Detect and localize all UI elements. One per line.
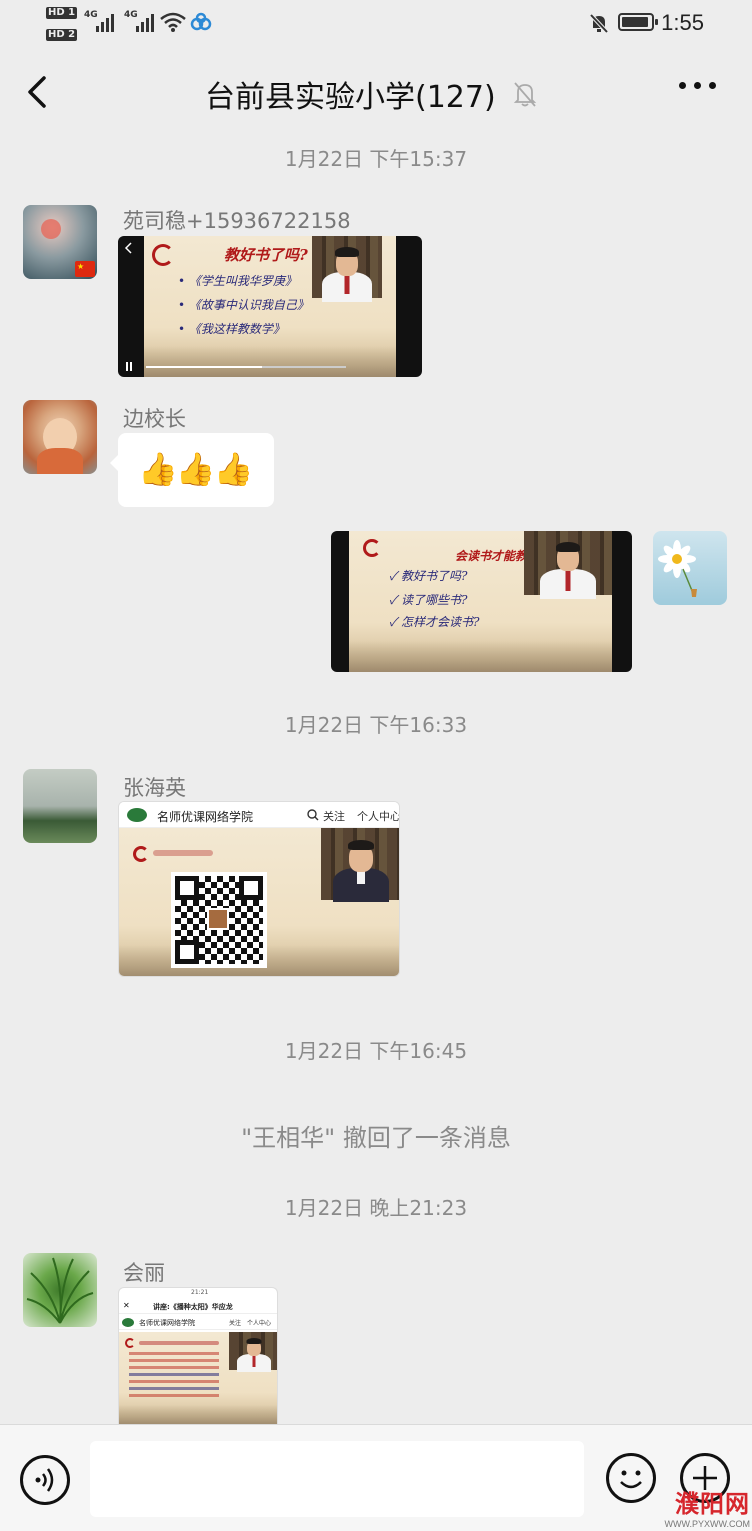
sender-name: 张海英 bbox=[123, 776, 186, 800]
thumbs-up-icon: 👍👍👍 bbox=[138, 450, 254, 488]
battery-icon bbox=[618, 13, 658, 31]
timestamp: 1月22日 下午16:45 bbox=[284, 1039, 468, 1063]
image-message[interactable]: 名师优课网络学院 关注 个人中心 bbox=[118, 801, 400, 977]
avatar[interactable] bbox=[23, 1253, 97, 1327]
sender-name: 边校长 bbox=[123, 407, 186, 431]
plant-icon bbox=[26, 1257, 94, 1324]
emoji-bubble[interactable]: 👍👍👍 bbox=[110, 433, 274, 507]
lecturer-video bbox=[312, 236, 382, 302]
qr-code bbox=[171, 872, 267, 968]
lecture-header: ✕ 讲座:《播种太阳》华应龙 bbox=[119, 1300, 277, 1314]
recall-notice: "王相华" 撤回了一条消息 bbox=[241, 1124, 511, 1152]
avatar[interactable]: ★ bbox=[23, 205, 97, 279]
video-slide bbox=[119, 1332, 277, 1424]
voice-icon[interactable] bbox=[20, 1455, 70, 1505]
sender-name: 会丽 bbox=[123, 1261, 165, 1285]
sim2-indicator: HD 2 bbox=[46, 29, 78, 41]
lecturer-video bbox=[524, 531, 612, 599]
daisy-icon bbox=[658, 540, 697, 597]
timestamp: 1月22日 晚上21:23 bbox=[284, 1196, 468, 1220]
chevron-left-icon[interactable] bbox=[22, 72, 58, 112]
follow-link: 关注 bbox=[323, 810, 345, 823]
page-header: 名师优课网络学院 关注 个人中心 bbox=[119, 1316, 277, 1330]
avatar[interactable] bbox=[23, 769, 97, 843]
slide-bullet: ✓ 怎样才会读书? bbox=[389, 615, 480, 629]
search-icon bbox=[307, 809, 319, 821]
message-input[interactable] bbox=[90, 1441, 584, 1517]
status-bar: HD 1 HD 2 4G 4G 1:55 bbox=[0, 0, 752, 46]
wifi-icon bbox=[160, 12, 186, 32]
chat-header: 台前县实验小学(127) bbox=[0, 58, 752, 126]
emoji-icon[interactable] bbox=[606, 1453, 656, 1503]
status-time: 1:55 bbox=[661, 10, 704, 35]
video-slide bbox=[119, 828, 399, 976]
chat-title-group: 台前县实验小学(127) bbox=[205, 72, 538, 116]
sim1-indicator: HD 1 bbox=[46, 7, 78, 19]
lecturer-video bbox=[229, 1332, 277, 1372]
lecturer-video bbox=[321, 828, 399, 902]
avatar[interactable] bbox=[653, 531, 727, 605]
site-watermark: 濮阳网 WWW.PYXWW.COM bbox=[664, 1490, 751, 1529]
video-slide: 教好书了吗? • 《学生叫我华罗庚》 • 《故事中认识我自己》 • 《我这样教数… bbox=[144, 236, 396, 377]
sender-name: 苑司稳+15936722158 bbox=[123, 209, 351, 233]
center-link: 个人中心 bbox=[357, 810, 400, 823]
input-bar: 濮阳网 WWW.PYXWW.COM bbox=[0, 1424, 752, 1531]
chevron-left-icon bbox=[124, 242, 132, 254]
video-slide: 会读书才能教好书 ✓ 教好书了吗? ✓ 读了哪些书? ✓ 怎样才会读书? bbox=[349, 531, 612, 672]
screenshot-status: 21:21 bbox=[191, 1289, 209, 1296]
slide-heading: 教好书了吗? bbox=[224, 246, 308, 264]
video-message[interactable]: 会读书才能教好书 ✓ 教好书了吗? ✓ 读了哪些书? ✓ 怎样才会读书? bbox=[331, 531, 632, 672]
slide-bullet: • 《学生叫我华罗庚》 bbox=[178, 274, 297, 288]
video-progress bbox=[146, 366, 346, 368]
slide-bullet: • 《我这样教数学》 bbox=[178, 322, 285, 336]
site-logo bbox=[127, 808, 147, 822]
signal-2-icon: 4G bbox=[124, 10, 154, 32]
timestamp: 1月22日 下午15:37 bbox=[284, 147, 468, 171]
avatar[interactable] bbox=[23, 400, 97, 474]
silent-icon bbox=[589, 13, 609, 34]
timestamp: 1月22日 下午16:33 bbox=[284, 713, 468, 737]
slide-bullet: ✓ 教好书了吗? bbox=[389, 569, 468, 583]
image-message[interactable]: 21:21 ✕ 讲座:《播种太阳》华应龙 名师优课网络学院 关注 个人中心 bbox=[118, 1287, 278, 1424]
slide-bullet: ✓ 读了哪些书? bbox=[389, 593, 468, 607]
chat-title: 台前县实验小学(127) bbox=[205, 80, 496, 115]
site-name: 名师优课网络学院 bbox=[157, 810, 254, 824]
more-dots-icon[interactable] bbox=[679, 82, 716, 89]
pause-icon bbox=[126, 362, 132, 371]
bell-off-icon bbox=[513, 82, 536, 107]
page-header: 名师优课网络学院 关注 个人中心 bbox=[119, 802, 400, 828]
cloud-sync-icon bbox=[190, 12, 212, 31]
video-message[interactable]: 教好书了吗? • 《学生叫我华罗庚》 • 《故事中认识我自己》 • 《我这样教数… bbox=[118, 236, 422, 377]
slide-bullet: • 《故事中认识我自己》 bbox=[178, 298, 309, 312]
signal-1-icon: 4G bbox=[84, 10, 114, 32]
